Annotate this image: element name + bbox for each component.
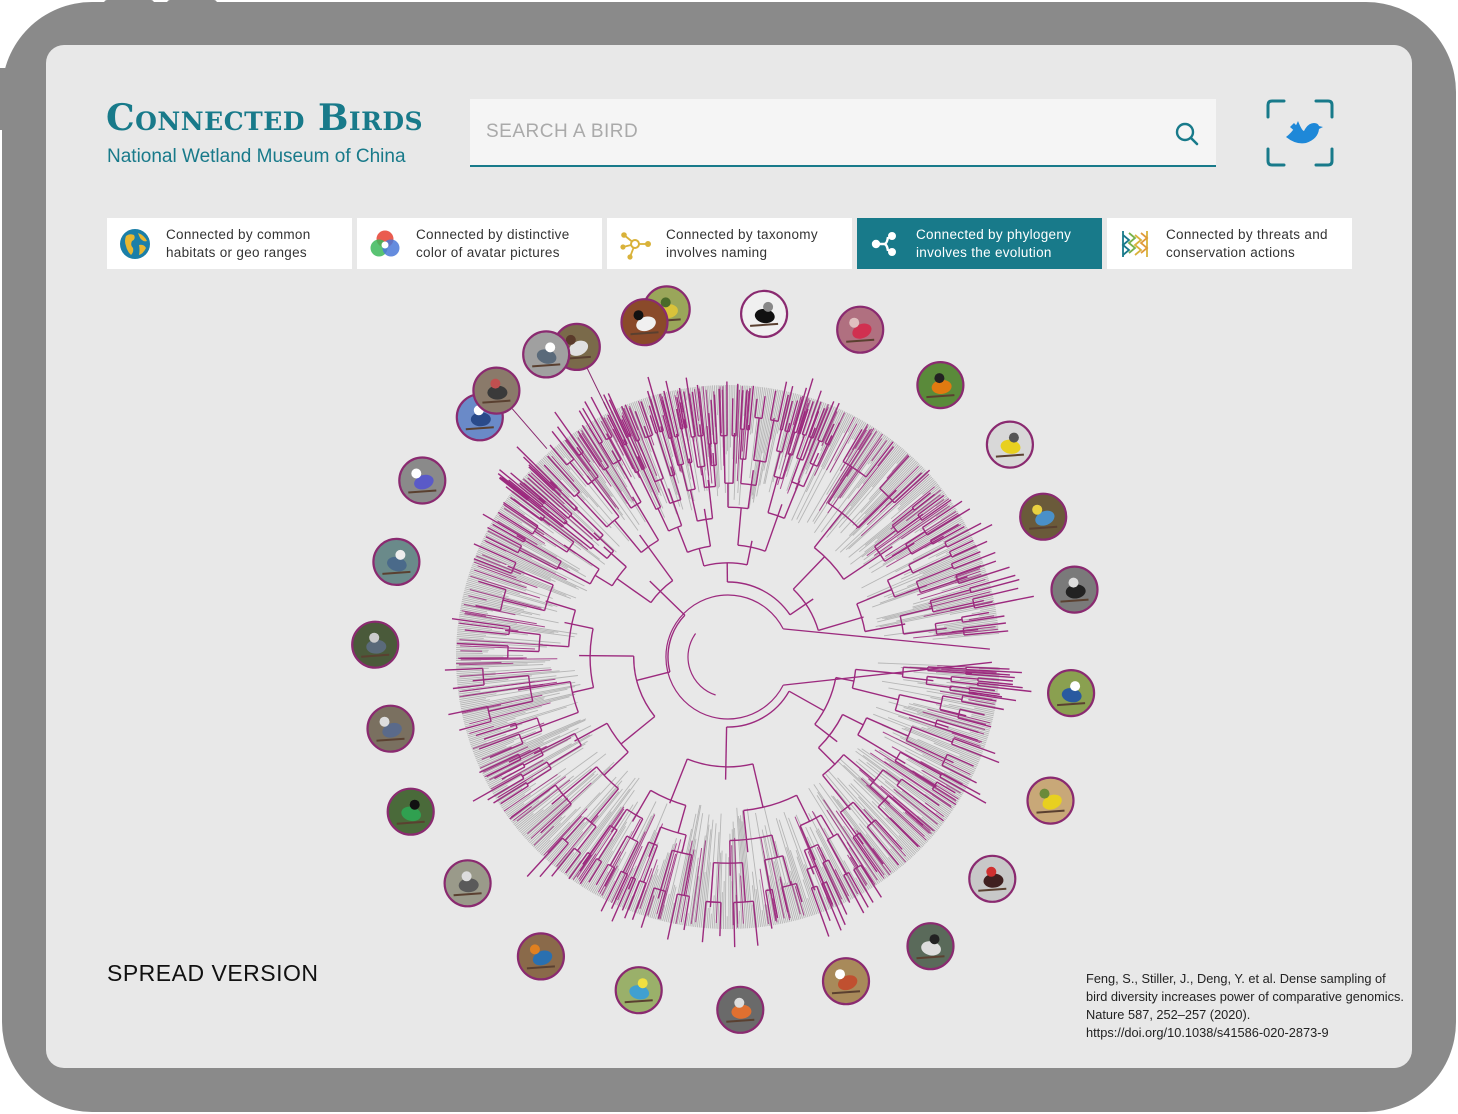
bird-avatar[interactable] <box>906 922 955 971</box>
screen: Connected Birds National Wetland Museum … <box>46 45 1412 1068</box>
citation: Feng, S., Stiller, J., Deng, Y. et al. D… <box>1086 971 1404 1040</box>
bird-avatar[interactable] <box>620 298 669 347</box>
bird-avatar[interactable] <box>836 305 885 354</box>
bird-avatar[interactable] <box>1046 668 1096 718</box>
bird-avatar[interactable] <box>739 289 789 338</box>
bird-avatar[interactable] <box>614 966 663 1015</box>
bird-avatar[interactable] <box>522 330 571 379</box>
bird-avatar[interactable] <box>372 537 421 587</box>
bird-avatar[interactable] <box>386 787 435 836</box>
bird-avatar[interactable] <box>916 361 965 410</box>
bird-avatar[interactable] <box>1026 776 1075 825</box>
bird-avatar[interactable] <box>472 366 521 415</box>
bird-avatar[interactable] <box>398 456 447 505</box>
bird-avatar[interactable] <box>1019 492 1068 541</box>
bird-avatar[interactable] <box>968 854 1017 903</box>
bird-avatar[interactable] <box>443 859 492 908</box>
bird-avatar[interactable] <box>366 704 415 753</box>
bird-avatar[interactable] <box>516 932 565 981</box>
device-button <box>167 0 217 6</box>
bird-avatar[interactable] <box>985 420 1035 469</box>
mode-label[interactable]: SPREAD VERSION <box>107 960 319 987</box>
device-side-button <box>0 68 6 130</box>
phylogeny-tree[interactable] <box>46 45 1412 1068</box>
bird-avatar[interactable] <box>351 620 400 669</box>
bird-avatar[interactable] <box>1050 565 1099 614</box>
bird-avatar[interactable] <box>821 957 871 1006</box>
device-button <box>104 0 154 6</box>
bird-avatar[interactable] <box>716 985 765 1034</box>
